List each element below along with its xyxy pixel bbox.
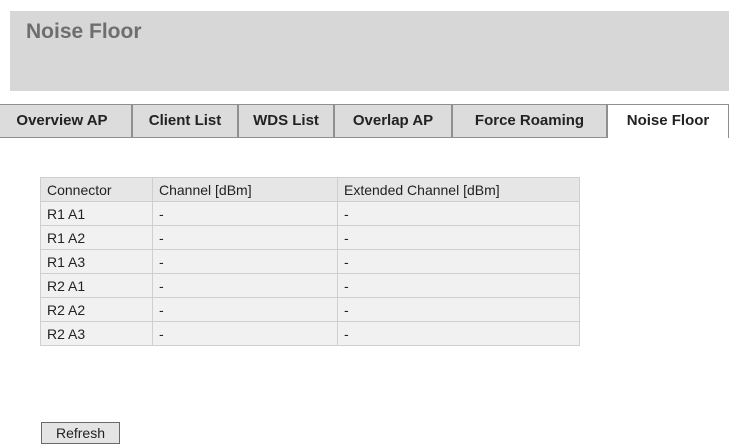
channel-cell: - bbox=[152, 249, 338, 274]
extended-channel-cell: - bbox=[337, 249, 580, 274]
tab-force-roaming[interactable]: Force Roaming bbox=[452, 104, 607, 137]
tab-overview-ap[interactable]: Overview AP bbox=[0, 104, 132, 137]
table-header-row: Connector Channel [dBm] Extended Channel… bbox=[40, 177, 580, 202]
refresh-button[interactable]: Refresh bbox=[41, 422, 120, 444]
extended-channel-cell: - bbox=[337, 201, 580, 226]
column-header-channel: Channel [dBm] bbox=[152, 177, 338, 202]
table-row: R2 A1 - - bbox=[40, 273, 580, 298]
column-header-extended-channel: Extended Channel [dBm] bbox=[337, 177, 580, 202]
connector-cell: R1 A3 bbox=[40, 249, 153, 274]
connector-cell: R1 A1 bbox=[40, 201, 153, 226]
extended-channel-cell: - bbox=[337, 297, 580, 322]
page-title: Noise Floor bbox=[26, 20, 142, 43]
connector-cell: R2 A2 bbox=[40, 297, 153, 322]
page-header: Noise Floor bbox=[10, 11, 729, 91]
extended-channel-cell: - bbox=[337, 321, 580, 346]
channel-cell: - bbox=[152, 297, 338, 322]
channel-cell: - bbox=[152, 273, 338, 298]
table-row: R2 A2 - - bbox=[40, 297, 580, 322]
channel-cell: - bbox=[152, 321, 338, 346]
table-row: R1 A3 - - bbox=[40, 249, 580, 274]
table-row: R1 A1 - - bbox=[40, 201, 580, 226]
channel-cell: - bbox=[152, 201, 338, 226]
tab-overlap-ap[interactable]: Overlap AP bbox=[334, 104, 452, 137]
connector-cell: R2 A3 bbox=[40, 321, 153, 346]
tab-client-list[interactable]: Client List bbox=[132, 104, 238, 137]
tab-bar: Overview AP Client List WDS List Overlap… bbox=[0, 104, 729, 138]
noise-floor-table: Connector Channel [dBm] Extended Channel… bbox=[40, 177, 580, 346]
tab-wds-list[interactable]: WDS List bbox=[238, 104, 334, 137]
channel-cell: - bbox=[152, 225, 338, 250]
tab-noise-floor[interactable]: Noise Floor bbox=[607, 104, 729, 138]
column-header-connector: Connector bbox=[40, 177, 153, 202]
connector-cell: R1 A2 bbox=[40, 225, 153, 250]
connector-cell: R2 A1 bbox=[40, 273, 153, 298]
extended-channel-cell: - bbox=[337, 225, 580, 250]
table-row: R2 A3 - - bbox=[40, 321, 580, 346]
table-row: R1 A2 - - bbox=[40, 225, 580, 250]
extended-channel-cell: - bbox=[337, 273, 580, 298]
